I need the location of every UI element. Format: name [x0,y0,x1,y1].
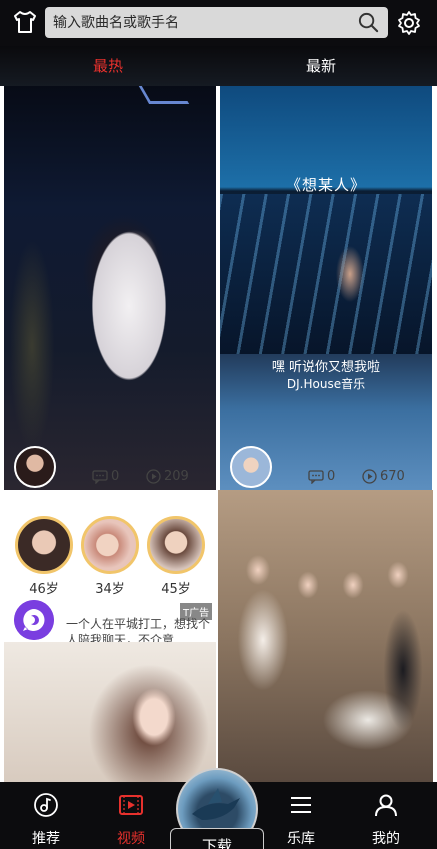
video-card[interactable]: 《想某人》 嘿 听说你又想我啦 DJ.House音乐 [220,86,432,490]
search-input[interactable] [45,7,345,38]
video-feed[interactable]: 《想某人》 嘿 听说你又想我啦 DJ.House音乐 0 209 0 670 4… [0,86,437,782]
nav-item-recommend[interactable]: 推荐 [16,792,76,848]
play-count-value: 670 [380,469,405,484]
ad-profile[interactable]: 46岁 [14,516,74,597]
nav-label: 推荐 [32,831,60,847]
feed-tabs: 最热 最新 [0,46,437,86]
video-caption: 嘿 听说你又想我啦 [271,360,381,375]
play-count-value: 209 [164,469,189,484]
comment-count-value: 0 [111,469,120,484]
nav-label: 乐库 [287,831,315,847]
play-icon [146,469,161,484]
search-icon[interactable] [357,11,380,34]
comment-count[interactable]: 0 [92,469,119,484]
comment-count[interactable]: 0 [308,469,335,484]
ad-card[interactable]: 46岁 34岁 45岁 T广告 一个人在平城打工，想找个人陪我聊天，不介意... [4,490,216,647]
tshirt-icon[interactable] [12,9,38,35]
avatar [147,516,205,574]
top-bar [0,0,437,46]
nav-item-library[interactable]: 乐库 [271,792,331,848]
video-caption: DJ.House音乐 [286,377,366,391]
profile-age: 45岁 [161,582,191,597]
neon-light [138,86,190,104]
menu-lines-icon [291,797,311,813]
avatar[interactable] [230,446,272,488]
video-thumbnail [220,194,432,354]
card-meta: 0 209 [4,446,216,492]
avatar [15,516,73,574]
video-card[interactable] [218,490,433,782]
play-count: 209 [146,469,189,484]
nav-item-mine[interactable]: 我的 [356,792,416,848]
nav-label: 我的 [372,831,400,847]
avatar [81,516,139,574]
play-icon [362,469,377,484]
comment-icon [308,469,324,484]
video-card[interactable] [4,642,216,782]
video-title: 《想某人》 [285,176,366,194]
person-icon [375,794,397,817]
profile-age: 46岁 [29,582,59,597]
video-card[interactable] [4,86,216,490]
video-play-icon [119,795,143,815]
comment-count-value: 0 [327,469,336,484]
ad-profile[interactable]: 45岁 [146,516,206,597]
chat-app-logo-icon [14,600,54,640]
tab-new[interactable]: 最新 [306,55,336,76]
search-bar[interactable] [45,7,388,38]
profile-age: 34岁 [95,582,125,597]
avatar[interactable] [14,446,56,488]
play-count: 670 [362,469,405,484]
card-meta: 0 670 [220,446,432,492]
download-button[interactable]: 下载 [170,828,264,849]
comment-icon [92,469,108,484]
gear-icon[interactable] [396,10,422,36]
music-note-disc-icon [34,793,58,817]
ad-profile[interactable]: 34岁 [80,516,140,597]
bottom-nav: 推荐 视频 下载 乐库 我的 [0,768,437,849]
tab-hot[interactable]: 最热 [93,55,123,76]
nav-label: 视频 [117,831,145,847]
nav-item-video[interactable]: 视频 [101,792,161,848]
